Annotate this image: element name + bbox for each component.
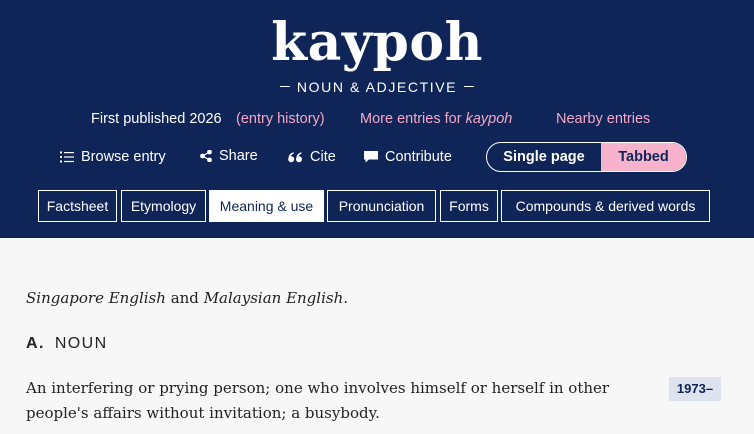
meaning-content: Singapore English and Malaysian English.… [0, 238, 754, 434]
quote-icon [288, 151, 303, 163]
cite-button[interactable]: Cite [288, 143, 336, 171]
speech-bubble-icon [364, 151, 378, 163]
tab-etymology[interactable]: Etymology [121, 190, 206, 222]
contribute-button[interactable]: Contribute [364, 143, 452, 171]
part-of-speech: NOUN & ADJECTIVE [0, 77, 754, 97]
section-name: NOUN [54, 335, 108, 352]
section-letter: A. [26, 335, 45, 352]
tab-factsheet[interactable]: Factsheet [38, 190, 117, 222]
left-dash [279, 86, 290, 88]
nearby-entries-link[interactable]: Nearby entries [556, 108, 650, 130]
tab-compounds-derived-words[interactable]: Compounds & derived words [501, 190, 710, 222]
region-period: . [343, 289, 349, 307]
tab-pronunciation[interactable]: Pronunciation [327, 190, 436, 222]
date-badge[interactable]: 1973– [669, 377, 721, 401]
share-label: Share [219, 148, 258, 164]
section-tabs: Factsheet Etymology Meaning & use Pronun… [0, 190, 754, 222]
share-icon [200, 150, 212, 162]
right-dash [464, 86, 475, 88]
list-icon [60, 151, 74, 163]
first-published: First published 2026 [91, 111, 222, 127]
part-of-speech-label: NOUN & ADJECTIVE [296, 79, 458, 95]
view-mode-toggle: Single page Tabbed [486, 142, 687, 172]
more-entries-word: kaypoh [465, 111, 513, 127]
browse-entry-button[interactable]: Browse entry [60, 143, 166, 171]
more-entries-link[interactable]: More entries for kaypoh [360, 108, 512, 130]
more-entries-prefix: More entries for [360, 111, 462, 127]
headword-title: kaypoh [271, 12, 483, 73]
regional-label: Singapore English and Malaysian English. [26, 287, 348, 309]
definition-text: An interfering or prying person; one who… [26, 379, 610, 422]
entry-meta: First published 2026 (entry history) Mor… [0, 108, 754, 130]
region-malaysia: Malaysian English [203, 289, 344, 307]
entry-header: kaypoh NOUN & ADJECTIVE First published … [0, 0, 754, 238]
section-heading: A. NOUN [26, 334, 108, 354]
tab-meaning-and-use[interactable]: Meaning & use [209, 190, 324, 222]
share-button[interactable]: Share [200, 142, 258, 170]
single-page-option[interactable]: Single page [487, 143, 601, 171]
region-singapore: Singapore English [26, 289, 166, 307]
contribute-label: Contribute [385, 149, 452, 165]
tab-forms[interactable]: Forms [440, 190, 498, 222]
browse-entry-label: Browse entry [81, 149, 166, 165]
entry-history-link[interactable]: (entry history) [236, 108, 325, 130]
region-joiner: and [170, 289, 199, 307]
cite-label: Cite [310, 149, 336, 165]
tabbed-option[interactable]: Tabbed [601, 143, 686, 171]
